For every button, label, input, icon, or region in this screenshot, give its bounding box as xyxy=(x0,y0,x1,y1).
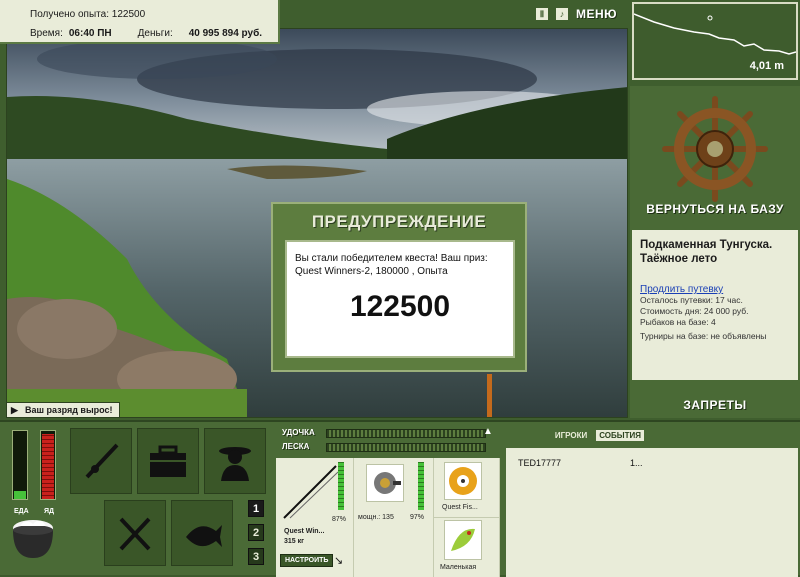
lure-icon xyxy=(451,528,475,551)
depth-panel: 4,01 m xyxy=(632,2,798,80)
triangle-marker-icon: ▲ xyxy=(483,426,493,437)
bait-cell[interactable]: Маленькая xyxy=(434,518,500,577)
dialog-body[interactable]: Вы стали победителем квеста! Ваш приз: Q… xyxy=(285,240,515,358)
fish-catch-button[interactable] xyxy=(171,500,233,566)
fishing-rod-icon xyxy=(85,443,119,479)
line-spool-icon xyxy=(449,467,477,495)
time-money-row: Время: 06:40 ПН Деньги: 40 995 894 руб. xyxy=(30,28,262,39)
float-marker-icon xyxy=(707,15,713,21)
sound-icon[interactable]: ♪ xyxy=(556,8,568,20)
slot-2-button[interactable]: 2 xyxy=(248,524,264,541)
poison-meter-fill xyxy=(42,433,54,499)
events-tabs: ИГРОКИ СОБЫТИЯ xyxy=(552,430,644,441)
rod-percent: 87% xyxy=(332,516,347,523)
game-root: Получено опыта: 122500 Время: 06:40 ПН Д… xyxy=(0,0,800,577)
rank-up-text: Ваш разряд вырос! xyxy=(25,405,113,415)
status-meters: ЕДА ЯД xyxy=(6,430,62,520)
list-item: TED17777 1... xyxy=(518,458,786,468)
experience-label: Получено опыта: xyxy=(30,9,109,20)
base-info-panel: Подкаменная Тунгуска. Таёжное лето Продл… xyxy=(632,230,798,380)
event-text: 1... xyxy=(630,458,643,468)
rod-tool-button[interactable] xyxy=(70,428,132,494)
reel-percent: 97% xyxy=(410,514,425,521)
player-info-panel: Получено опыта: 122500 Время: 06:40 ПН Д… xyxy=(0,0,280,44)
rod-weight: 315 кг xyxy=(284,538,305,545)
rod-cell[interactable]: 87% Quest Win... 315 кг НАСТРОИТЬ ↘ xyxy=(276,458,354,577)
rod-image-icon xyxy=(283,465,339,519)
line-label: ЛЕСКА xyxy=(282,442,310,451)
fisherman-button[interactable] xyxy=(204,428,266,494)
base-info-line: Рыбаков на базе: 4 xyxy=(640,317,716,327)
reel-image-icon xyxy=(366,464,404,502)
base-name: Подкаменная Тунгуска. Таёжное лето xyxy=(640,239,773,265)
line-spool-image-icon xyxy=(444,462,482,500)
bait-name: Маленькая xyxy=(440,564,477,571)
money-value: 40 995 894 руб. xyxy=(188,28,263,39)
experience-value: 122500 xyxy=(111,9,146,20)
tab-players[interactable]: ИГРОКИ xyxy=(552,430,590,441)
tab-events[interactable]: СОБЫТИЯ xyxy=(596,430,644,441)
reel-power: мощн.: 135 xyxy=(358,514,394,521)
bans-button[interactable]: ЗАПРЕТЫ xyxy=(630,398,800,412)
depth-value: 4,01 m xyxy=(749,60,784,72)
events-section: ИГРОКИ СОБЫТИЯ TED17777 1... xyxy=(504,424,800,577)
rod-tension-bar xyxy=(326,429,486,438)
rod-durability-bar xyxy=(338,462,344,510)
fish-icon xyxy=(186,525,222,547)
bait-image-icon xyxy=(444,520,482,560)
arrow-down-right-icon: ↘ xyxy=(334,555,344,567)
bottom-panel: ЕДА ЯД 1 2 3 УДОЧКА ▲ ЛЕСКА 87% Quest Wi… xyxy=(0,420,800,577)
line-tension-bar xyxy=(326,443,486,452)
food-button[interactable] xyxy=(104,500,166,566)
right-panel: ВЕРНУТЬСЯ НА БАЗУ Подкаменная Тунгуска. … xyxy=(630,86,800,418)
pause-icon[interactable]: Ⅱ xyxy=(536,8,548,20)
cooking-pot-icon[interactable] xyxy=(8,514,58,562)
time-value: 06:40 ПН xyxy=(68,28,112,39)
knife-fork-icon xyxy=(119,517,151,551)
event-player[interactable]: TED17777 xyxy=(518,458,630,468)
arrow-right-icon: ▶ xyxy=(11,405,18,415)
dialog-message: Вы стали победителем квеста! Ваш приз: Q… xyxy=(295,253,488,277)
top-controls: Ⅱ ♪ МЕНЮ xyxy=(536,7,617,21)
extend-permit-link[interactable]: Продлить путевку xyxy=(640,284,790,295)
rod-name: Quest Win... xyxy=(284,528,325,535)
return-to-base-button[interactable]: ВЕРНУТЬСЯ НА БАЗУ xyxy=(630,202,800,216)
rod-section: УДОЧКА ▲ ЛЕСКА 87% Quest Win... 315 кг Н… xyxy=(276,424,500,577)
dialog-title: ПРЕДУПРЕЖДЕНИЕ xyxy=(311,212,487,231)
reel-durability-bar xyxy=(418,462,424,510)
reel-icon xyxy=(374,472,401,494)
money-label: Деньги: xyxy=(137,28,173,39)
base-info-line: Осталось путевки: 17 час. xyxy=(640,295,743,305)
slot-3-button[interactable]: 3 xyxy=(248,548,264,565)
tune-button[interactable]: НАСТРОИТЬ xyxy=(280,554,334,567)
experience-row: Получено опыта: 122500 xyxy=(30,9,145,20)
events-list: TED17777 1... xyxy=(506,448,798,577)
food-meter-fill xyxy=(14,490,26,499)
tackle-box-button[interactable] xyxy=(137,428,199,494)
slot-1-button[interactable]: 1 xyxy=(248,500,264,517)
ship-wheel-icon[interactable] xyxy=(660,94,770,204)
fisherman-icon xyxy=(219,447,251,481)
rod-label: УДОЧКА xyxy=(282,428,315,437)
line-cell[interactable]: Quest Fis... xyxy=(434,458,500,518)
line-name: Quest Fis... xyxy=(442,504,478,511)
time-label: Время: xyxy=(30,28,63,39)
base-info-line: Стоимость дня: 24 000 руб. xyxy=(640,306,749,316)
dialog-prize-value: 122500 xyxy=(349,290,451,323)
food-meter xyxy=(12,430,28,500)
reel-cell[interactable]: мощн.: 135 97% xyxy=(354,458,434,577)
warning-dialog: ПРЕДУПРЕЖДЕНИЕ Вы стали победителем квес… xyxy=(271,202,527,372)
menu-button[interactable]: МЕНЮ xyxy=(576,7,617,21)
rod-equipment-panel: 87% Quest Win... 315 кг НАСТРОИТЬ ↘ мощн… xyxy=(276,458,500,577)
poison-meter xyxy=(40,430,56,500)
tackle-box-icon xyxy=(150,445,186,477)
rank-up-toast[interactable]: ▶ Ваш разряд вырос! xyxy=(6,402,120,418)
base-info-line: Турниры на базе: не объявлены xyxy=(640,331,767,341)
